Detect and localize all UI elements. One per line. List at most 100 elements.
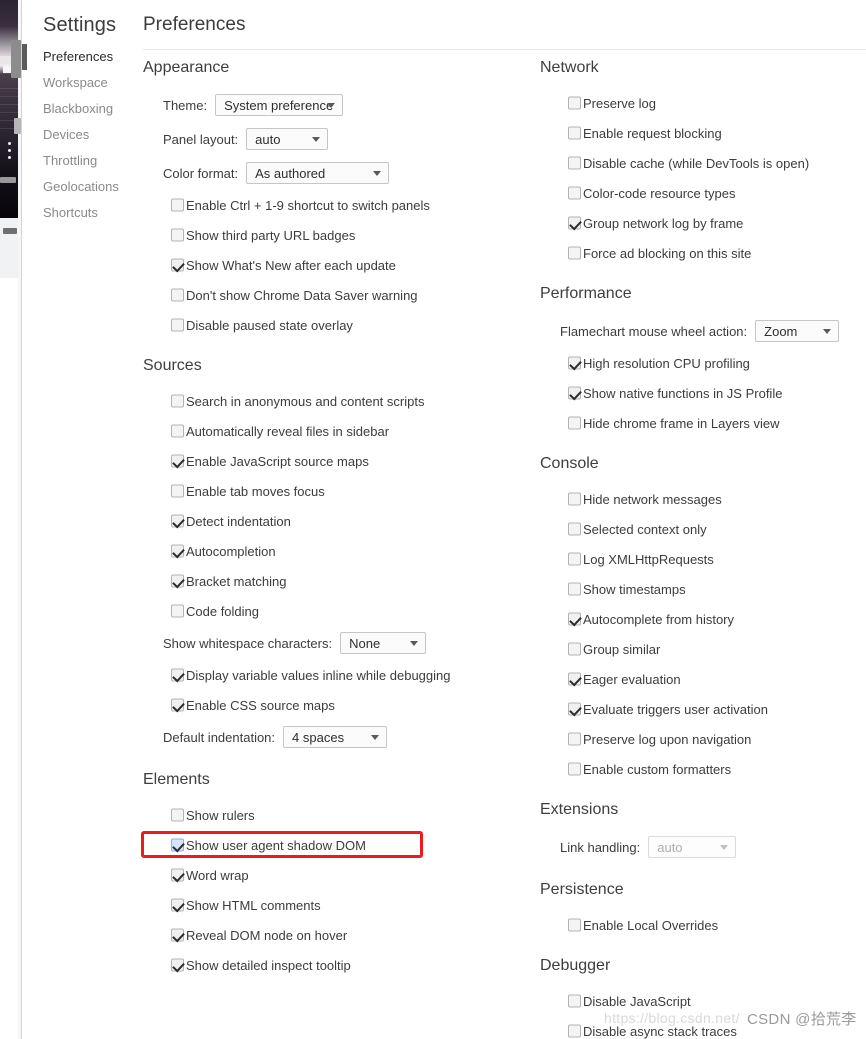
checkbox-row-evaluate-triggers-user-activation[interactable]: Evaluate triggers user activation — [540, 694, 866, 724]
checkbox-row-show-third-party-url-badges[interactable]: Show third party URL badges — [143, 220, 533, 250]
checkbox-checked-icon[interactable] — [568, 216, 581, 230]
checkbox-row-word-wrap[interactable]: Word wrap — [143, 860, 533, 890]
checkbox-row-enable-css-source-maps[interactable]: Enable CSS source maps — [143, 690, 533, 720]
checkbox-unchecked-icon[interactable] — [568, 186, 581, 200]
checkbox-checked-icon[interactable] — [171, 958, 184, 972]
checkbox-unchecked-icon[interactable] — [171, 484, 184, 498]
checkbox-checked-icon[interactable] — [568, 672, 581, 686]
checkbox-row-automatically-reveal-files-in-sidebar[interactable]: Automatically reveal files in sidebar — [143, 416, 533, 446]
checkbox-row-show-timestamps[interactable]: Show timestamps — [540, 574, 866, 604]
checkbox-unchecked-icon[interactable] — [171, 424, 184, 438]
checkbox-row-hide-chrome-frame-in-layers-view[interactable]: Hide chrome frame in Layers view — [540, 408, 866, 438]
dropdown-default-indentation[interactable]: 4 spaces — [283, 726, 388, 748]
checkbox-checked-icon[interactable] — [568, 386, 581, 400]
checkbox-row-enable-javascript-source-maps[interactable]: Enable JavaScript source maps — [143, 446, 533, 476]
checkbox-unchecked-icon[interactable] — [171, 288, 184, 302]
checkbox-row-enable-custom-formatters[interactable]: Enable custom formatters — [540, 754, 866, 784]
checkbox-row-don-t-show-chrome-data-saver-warning[interactable]: Don't show Chrome Data Saver warning — [143, 280, 533, 310]
checkbox-row-autocompletion[interactable]: Autocompletion — [143, 536, 533, 566]
checkbox-row-disable-cache-while-devtools-is-open[interactable]: Disable cache (while DevTools is open) — [540, 148, 866, 178]
checkbox-row-group-similar[interactable]: Group similar — [540, 634, 866, 664]
checkbox-unchecked-icon[interactable] — [568, 732, 581, 746]
checkbox-unchecked-icon[interactable] — [171, 228, 184, 242]
checkbox-checked-icon[interactable] — [171, 838, 184, 852]
sidebar-item-blackboxing[interactable]: Blackboxing — [22, 96, 132, 122]
checkbox-row-force-ad-blocking-on-this-site[interactable]: Force ad blocking on this site — [540, 238, 866, 268]
checkbox-row-disable-paused-state-overlay[interactable]: Disable paused state overlay — [143, 310, 533, 340]
checkbox-checked-icon[interactable] — [568, 356, 581, 370]
checkbox-unchecked-icon[interactable] — [171, 604, 184, 618]
checkbox-checked-icon[interactable] — [171, 898, 184, 912]
checkbox-unchecked-icon[interactable] — [568, 156, 581, 170]
checkbox-row-enable-ctrl-1-9-shortcut-to-switch-panels[interactable]: Enable Ctrl + 1-9 shortcut to switch pan… — [143, 190, 533, 220]
checkbox-checked-icon[interactable] — [171, 544, 184, 558]
checkbox-unchecked-icon[interactable] — [568, 918, 581, 932]
checkbox-unchecked-icon[interactable] — [568, 246, 581, 260]
checkbox-checked-icon[interactable] — [171, 928, 184, 942]
checkbox-checked-icon[interactable] — [171, 868, 184, 882]
sidebar-item-devices[interactable]: Devices — [22, 122, 132, 148]
checkbox-row-hide-network-messages[interactable]: Hide network messages — [540, 484, 866, 514]
checkbox-row-color-code-resource-types[interactable]: Color-code resource types — [540, 178, 866, 208]
overflow-menu-icon[interactable] — [8, 142, 11, 159]
checkbox-row-code-folding[interactable]: Code folding — [143, 596, 533, 626]
checkbox-unchecked-icon[interactable] — [171, 808, 184, 822]
checkbox-row-eager-evaluation[interactable]: Eager evaluation — [540, 664, 866, 694]
sidebar-item-preferences[interactable]: Preferences — [22, 44, 132, 70]
checkbox-unchecked-icon[interactable] — [568, 994, 581, 1008]
sidebar-item-workspace[interactable]: Workspace — [22, 70, 132, 96]
checkbox-row-display-variable-values-inline-while-debugging[interactable]: Display variable values inline while deb… — [143, 660, 533, 690]
checkbox-row-bracket-matching[interactable]: Bracket matching — [143, 566, 533, 596]
checkbox-row-show-detailed-inspect-tooltip[interactable]: Show detailed inspect tooltip — [143, 950, 533, 980]
checkbox-unchecked-icon[interactable] — [568, 492, 581, 506]
page-scrollbar-thumb[interactable] — [11, 40, 21, 78]
checkbox-checked-icon[interactable] — [171, 514, 184, 528]
checkbox-row-show-native-functions-in-js-profile[interactable]: Show native functions in JS Profile — [540, 378, 866, 408]
checkbox-unchecked-icon[interactable] — [568, 552, 581, 566]
checkbox-unchecked-icon[interactable] — [171, 318, 184, 332]
checkbox-unchecked-icon[interactable] — [568, 762, 581, 776]
checkbox-row-show-rulers[interactable]: Show rulers — [143, 800, 533, 830]
checkbox-row-group-network-log-by-frame[interactable]: Group network log by frame — [540, 208, 866, 238]
checkbox-row-selected-context-only[interactable]: Selected context only — [540, 514, 866, 544]
checkbox-row-show-html-comments[interactable]: Show HTML comments — [143, 890, 533, 920]
checkbox-row-high-resolution-cpu-profiling[interactable]: High resolution CPU profiling — [540, 348, 866, 378]
checkbox-unchecked-icon[interactable] — [568, 1024, 581, 1038]
dropdown-panel-layout[interactable]: auto — [246, 128, 329, 150]
dropdown-color-format[interactable]: As authored — [246, 162, 390, 184]
checkbox-row-autocomplete-from-history[interactable]: Autocomplete from history — [540, 604, 866, 634]
checkbox-checked-icon[interactable] — [568, 702, 581, 716]
checkbox-unchecked-icon[interactable] — [171, 198, 184, 212]
checkbox-row-preserve-log[interactable]: Preserve log — [540, 88, 866, 118]
checkbox-unchecked-icon[interactable] — [568, 416, 581, 430]
checkbox-checked-icon[interactable] — [171, 668, 184, 682]
sidebar-item-geolocations[interactable]: Geolocations — [22, 174, 132, 200]
checkbox-row-search-in-anonymous-and-content-scripts[interactable]: Search in anonymous and content scripts — [143, 386, 533, 416]
checkbox-row-show-what-s-new-after-each-update[interactable]: Show What's New after each update — [143, 250, 533, 280]
checkbox-unchecked-icon[interactable] — [568, 522, 581, 536]
dropdown-flamechart-mouse-wheel-action[interactable]: Zoom — [755, 320, 840, 342]
checkbox-row-enable-request-blocking[interactable]: Enable request blocking — [540, 118, 866, 148]
checkbox-checked-icon[interactable] — [171, 258, 184, 272]
checkbox-unchecked-icon[interactable] — [568, 582, 581, 596]
checkbox-row-log-xmlhttprequests[interactable]: Log XMLHttpRequests — [540, 544, 866, 574]
checkbox-row-preserve-log-upon-navigation[interactable]: Preserve log upon navigation — [540, 724, 866, 754]
checkbox-unchecked-icon[interactable] — [171, 394, 184, 408]
checkbox-checked-icon[interactable] — [171, 454, 184, 468]
checkbox-unchecked-icon[interactable] — [568, 642, 581, 656]
checkbox-checked-icon[interactable] — [171, 574, 184, 588]
checkbox-unchecked-icon[interactable] — [568, 96, 581, 110]
checkbox-unchecked-icon[interactable] — [568, 126, 581, 140]
checkbox-row-enable-local-overrides[interactable]: Enable Local Overrides — [540, 910, 866, 940]
checkbox-row-show-user-agent-shadow-dom[interactable]: Show user agent shadow DOM — [143, 830, 533, 860]
sidebar-item-shortcuts[interactable]: Shortcuts — [22, 200, 132, 226]
checkbox-checked-icon[interactable] — [568, 612, 581, 626]
page-scrollbar-thumb-secondary[interactable] — [14, 118, 21, 134]
checkbox-row-detect-indentation[interactable]: Detect indentation — [143, 506, 533, 536]
sidebar-item-throttling[interactable]: Throttling — [22, 148, 132, 174]
checkbox-row-reveal-dom-node-on-hover[interactable]: Reveal DOM node on hover — [143, 920, 533, 950]
checkbox-checked-icon[interactable] — [171, 698, 184, 712]
checkbox-row-enable-tab-moves-focus[interactable]: Enable tab moves focus — [143, 476, 533, 506]
dropdown-theme[interactable]: System preference — [215, 94, 344, 116]
dropdown-show-whitespace-characters[interactable]: None — [340, 632, 427, 654]
